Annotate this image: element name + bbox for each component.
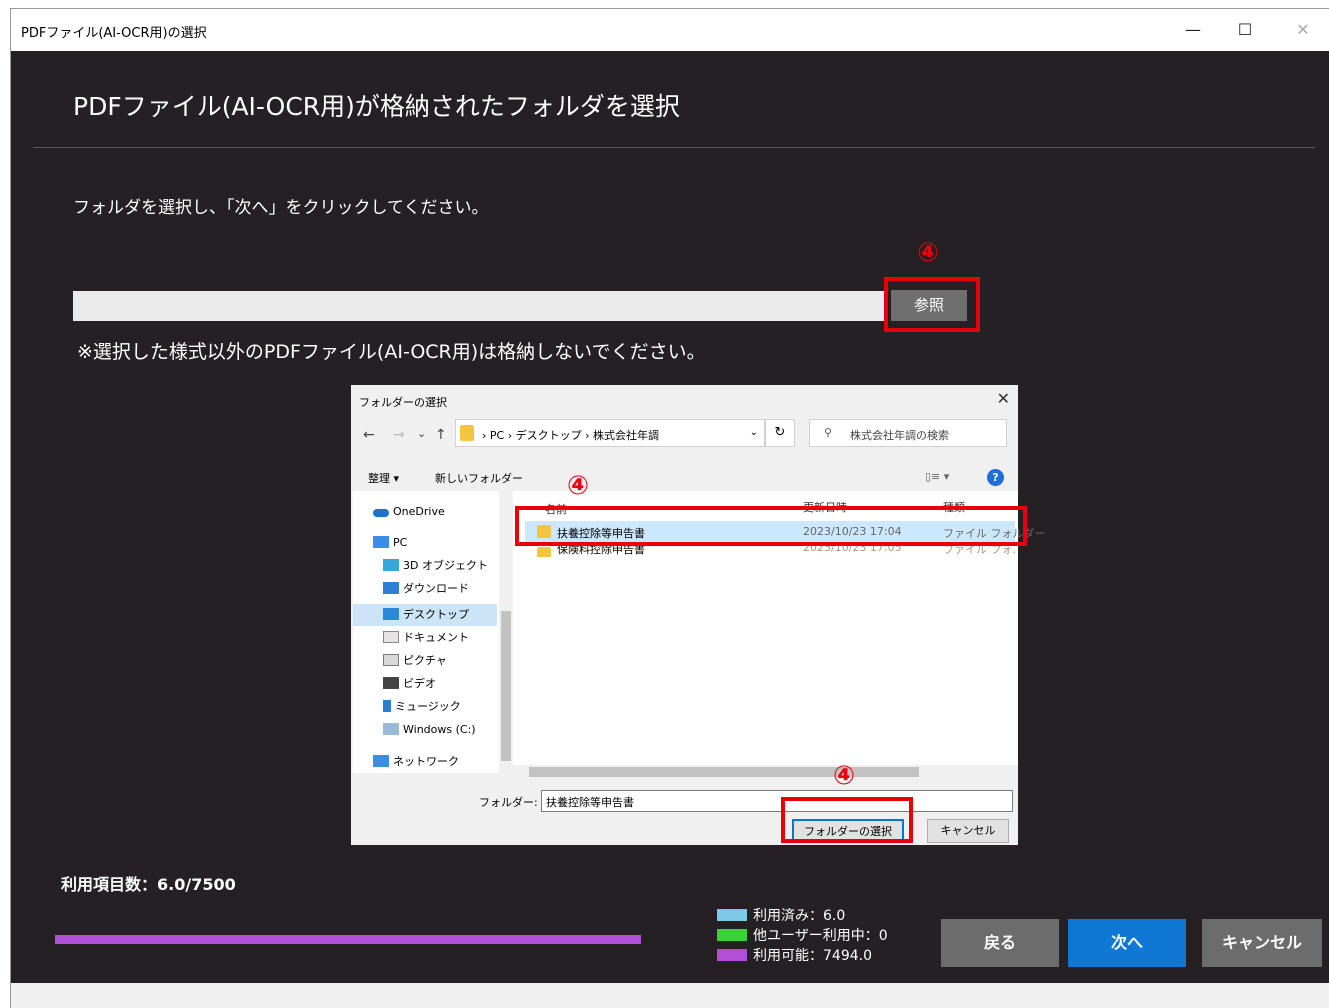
desktop-icon <box>383 608 399 620</box>
nav-item-downloads[interactable]: ダウンロード <box>383 578 469 600</box>
dialog-title: フォルダーの選択 <box>359 396 447 409</box>
chevron-down-icon[interactable]: ⌄ <box>750 427 758 438</box>
window-title: PDFファイル(AI-OCR用)の選択 <box>21 26 207 41</box>
cloud-icon <box>373 509 389 517</box>
dialog-close-icon[interactable]: ✕ <box>997 389 1010 408</box>
download-icon <box>383 582 399 594</box>
legend-others: 他ユーザー利用中：0 <box>717 925 888 945</box>
highlight-folder-row <box>515 506 1027 546</box>
page-heading: PDFファイル(AI-OCR用)が格納されたフォルダを選択 <box>73 92 680 121</box>
highlight-browse <box>884 277 980 332</box>
step-marker-browse: ④ <box>917 238 940 268</box>
warning-note: ※選択した様式以外のPDFファイル(AI-OCR用)は格納しないでください。 <box>77 341 706 363</box>
file-list-scrollbar[interactable] <box>513 765 1018 779</box>
up-arrow-icon[interactable]: ↑ <box>435 427 447 443</box>
music-icon <box>383 700 391 712</box>
status-bar <box>11 983 1329 1008</box>
forward-arrow-icon[interactable]: → <box>393 427 405 443</box>
organize-menu[interactable]: 整理 ▾ <box>368 470 399 486</box>
divider <box>33 147 1315 148</box>
computer-icon <box>373 536 389 548</box>
nav-item-videos[interactable]: ビデオ <box>383 673 436 695</box>
search-box[interactable]: ⚲ 株式会社年調の検索 <box>809 419 1007 447</box>
back-button[interactable]: 戻る <box>941 919 1059 967</box>
step-marker-select: ④ <box>833 761 856 791</box>
address-bar[interactable]: › PC › デスクトップ › 株式会社年調 ⌄ <box>455 419 765 447</box>
help-icon[interactable]: ? <box>987 469 1004 486</box>
legend-swatch <box>717 929 747 941</box>
nav-item-windows-c[interactable]: Windows (C:) <box>383 719 476 741</box>
nav-item-music[interactable]: ミュージック <box>383 696 461 718</box>
folder-icon <box>460 425 474 441</box>
folder-path-input[interactable] <box>73 291 887 321</box>
minimize-button[interactable]: — <box>1173 15 1213 45</box>
close-button[interactable]: ✕ <box>1283 15 1323 45</box>
dialog-toolbar: 整理 ▾ 新しいフォルダー ▯≡ ▾ <box>351 463 1018 491</box>
usage-count: 利用項目数：6.0/7500 <box>61 875 236 894</box>
usage-bar <box>55 935 641 944</box>
drive-icon <box>383 723 399 735</box>
picture-icon <box>383 654 399 666</box>
breadcrumb: › PC › デスクトップ › 株式会社年調 <box>482 429 659 442</box>
nav-item-pictures[interactable]: ピクチャ <box>383 650 447 672</box>
view-options-icon[interactable]: ▯≡ ▾ <box>925 470 949 483</box>
search-icon: ⚲ <box>824 426 833 439</box>
nav-item-network[interactable]: ネットワーク <box>373 751 459 773</box>
scrollbar-thumb[interactable] <box>529 767 919 777</box>
legend-swatch <box>717 949 747 961</box>
scrollbar-thumb[interactable] <box>501 611 511 761</box>
recent-locations-icon[interactable]: ⌄ <box>417 427 426 440</box>
nav-scrollbar[interactable] <box>499 491 513 773</box>
maximize-button[interactable]: ☐ <box>1225 15 1265 45</box>
legend-swatch <box>717 909 747 921</box>
folder-field-label: フォルダー: <box>479 796 538 809</box>
nav-item-pc[interactable]: PC <box>373 532 407 554</box>
document-icon <box>383 631 399 643</box>
refresh-icon[interactable]: ↻ <box>765 419 795 447</box>
folder-icon <box>537 547 551 557</box>
search-placeholder: 株式会社年調の検索 <box>850 429 949 442</box>
nav-item-onedrive[interactable]: OneDrive <box>373 501 445 523</box>
nav-item-3d-objects[interactable]: 3D オブジェクト <box>383 555 488 577</box>
dialog-cancel-button[interactable]: キャンセル <box>927 819 1009 843</box>
step-marker-row: ④ <box>567 471 590 501</box>
nav-item-documents[interactable]: ドキュメント <box>383 627 469 649</box>
legend-available: 利用可能：7494.0 <box>717 945 872 965</box>
highlight-select-button <box>781 797 913 843</box>
next-button[interactable]: 次へ <box>1068 919 1186 967</box>
cancel-button[interactable]: キャンセル <box>1202 919 1322 967</box>
instruction-text: フォルダを選択し、「次へ」をクリックしてください。 <box>73 198 489 218</box>
navigation-pane: OneDrive PC 3D オブジェクト ダウンロード デスクトップ ドキュメ… <box>353 491 511 773</box>
folder-name-field[interactable]: 扶養控除等申告書 <box>541 790 1013 812</box>
network-icon <box>373 755 389 767</box>
cube-icon <box>383 559 399 571</box>
nav-item-desktop[interactable]: デスクトップ <box>383 604 469 626</box>
video-icon <box>383 677 399 689</box>
new-folder-button[interactable]: 新しいフォルダー <box>435 470 523 486</box>
legend-used: 利用済み：6.0 <box>717 905 845 925</box>
back-arrow-icon[interactable]: ← <box>363 427 375 443</box>
title-bar: PDFファイル(AI-OCR用)の選択 — ☐ ✕ <box>11 9 1329 51</box>
app-window: PDFファイル(AI-OCR用)の選択 — ☐ ✕ PDFファイル(AI-OCR… <box>10 8 1329 1008</box>
folder-dialog: フォルダーの選択 ✕ ← → ⌄ ↑ › PC › デスクトップ › 株式会社年… <box>351 385 1046 845</box>
